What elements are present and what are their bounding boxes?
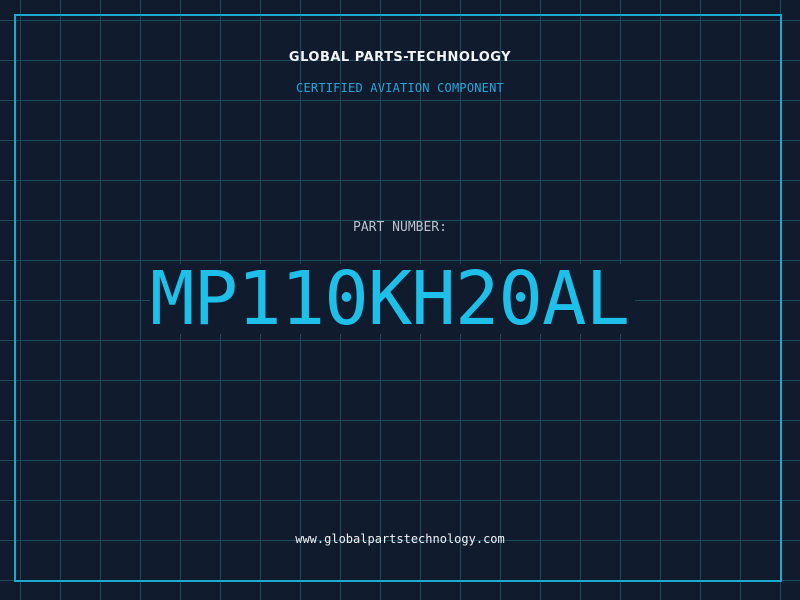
certification-subtitle: CERTIFIED AVIATION COMPONENT — [296, 81, 504, 95]
part-number-value: MP110KH20AL — [150, 262, 636, 336]
part-number-label: PART NUMBER: — [353, 220, 447, 235]
website-link[interactable]: www.globalpartstechnology.com — [0, 531, 800, 547]
part-number-container: MP110KH20AL — [150, 262, 650, 336]
company-name: GLOBAL PARTS-TECHNOLOGY — [288, 50, 512, 65]
